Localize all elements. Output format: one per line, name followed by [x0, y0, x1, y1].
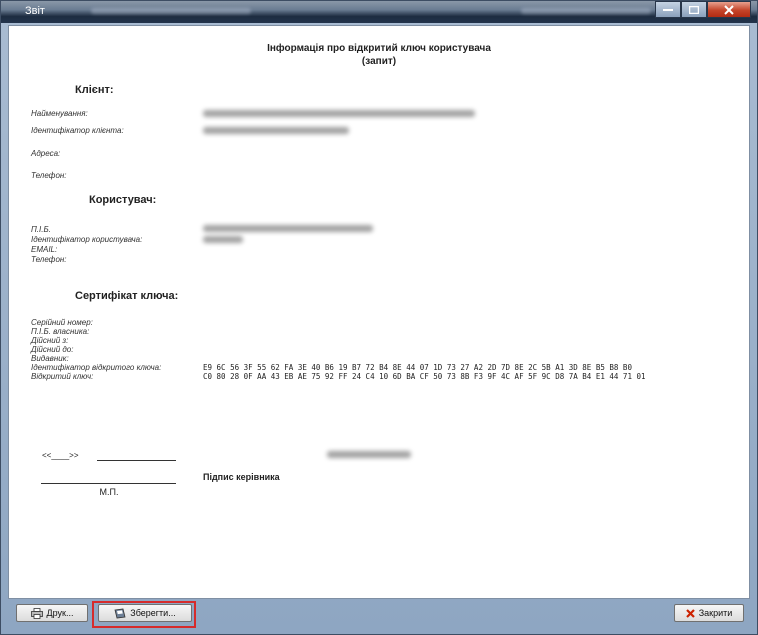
cert-pubkey-value: C0 80 28 0F AA 43 EB AE 75 92 FF 24 C4 1…	[203, 372, 646, 381]
close-icon	[724, 4, 734, 15]
stamp-line	[41, 483, 176, 484]
date-placeholder: <<____>>	[42, 451, 79, 460]
stamp-label: М.П.	[99, 487, 119, 497]
cert-valid-from-label: Дійсний з:	[31, 336, 69, 345]
manager-name-redacted	[327, 451, 411, 458]
maximize-icon	[689, 5, 699, 14]
client-address-label: Адреса:	[31, 149, 61, 158]
report-subtitle: (запит)	[361, 56, 397, 67]
title-blur	[91, 8, 251, 14]
cert-owner-label: П.І.Б. власника:	[31, 327, 90, 336]
bottom-toolbar: Друк... Зберегти... Закрити	[8, 601, 750, 629]
cert-pubkey-id-value: E9 6C 56 3F 55 62 FA 3E 40 B6 19 B7 72 B…	[203, 363, 632, 372]
close-window-button[interactable]	[707, 1, 751, 18]
client-heading: Клієнт:	[75, 84, 114, 96]
date-line	[97, 460, 176, 461]
manager-sign-label: Підпис керівника	[203, 472, 280, 482]
close-x-icon	[685, 608, 695, 618]
save-button-highlight	[92, 601, 196, 628]
client-phone-label: Телефон:	[31, 171, 67, 180]
cert-issuer-label: Видавник:	[31, 354, 69, 363]
cert-heading: Сертифікат ключа:	[75, 290, 179, 302]
printer-icon	[30, 607, 43, 619]
report-page: Інформація про відкритий ключ користувач…	[9, 26, 749, 598]
cert-pubkey-id-label: Ідентифікатор відкритого ключа:	[31, 363, 162, 372]
title-blur	[521, 8, 651, 14]
client-id-value-redacted	[203, 127, 349, 134]
close-label: Закрити	[698, 608, 733, 618]
minimize-icon	[663, 8, 673, 11]
title-bar[interactable]: Звіт	[1, 1, 757, 23]
client-id-label: Ідентифікатор клієнта:	[31, 126, 124, 135]
minimize-button[interactable]	[655, 1, 681, 18]
cert-pubkey-label: Відкритий ключ:	[31, 372, 94, 381]
window-controls	[655, 1, 751, 19]
user-fio-label: П.І.Б.	[31, 225, 51, 234]
client-name-label: Найменування:	[31, 109, 88, 118]
user-fio-value-redacted	[203, 225, 373, 232]
user-phone-label: Телефон:	[31, 255, 67, 264]
report-window: Звіт Інформація про відкритий ключ корис…	[0, 0, 758, 635]
maximize-button[interactable]	[681, 1, 707, 18]
client-name-value-redacted	[203, 110, 475, 117]
print-button[interactable]: Друк...	[16, 604, 88, 622]
user-id-label: Ідентифікатор користувача:	[31, 235, 143, 244]
report-viewer[interactable]: Інформація про відкритий ключ користувач…	[8, 25, 750, 599]
report-title: Інформація про відкритий ключ користувач…	[267, 43, 491, 54]
close-button[interactable]: Закрити	[674, 604, 744, 622]
print-label: Друк...	[46, 608, 74, 618]
cert-serial-label: Серійний номер:	[31, 318, 93, 327]
cert-valid-to-label: Дійсний до:	[31, 345, 74, 354]
user-id-value-redacted	[203, 236, 243, 243]
window-title: Звіт	[25, 5, 45, 17]
user-heading: Користувач:	[89, 194, 157, 206]
user-email-label: EMAIL:	[31, 245, 58, 254]
